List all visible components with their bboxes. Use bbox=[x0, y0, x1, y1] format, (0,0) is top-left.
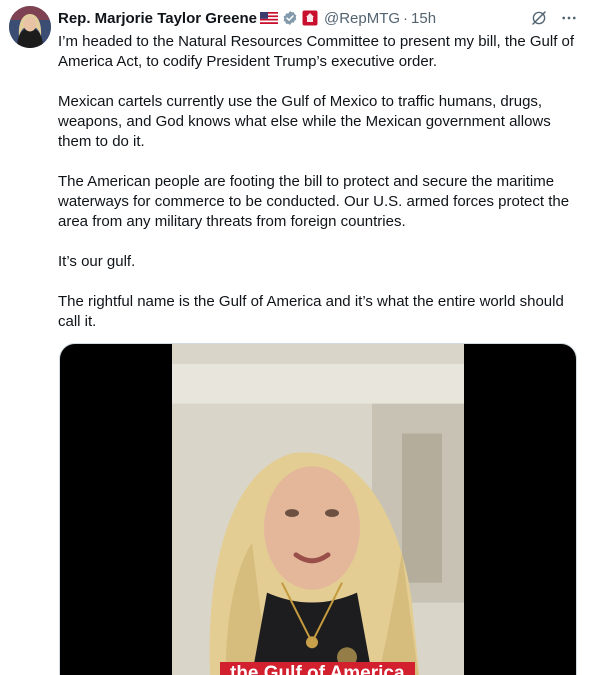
tweet-paragraph: The rightful name is the Gulf of America… bbox=[58, 293, 564, 330]
author-name[interactable]: Rep. Marjorie Taylor Greene bbox=[58, 10, 257, 27]
avatar[interactable] bbox=[9, 6, 51, 48]
video-player[interactable]: the Gulf of America bbox=[59, 343, 577, 675]
video-frame[interactable]: the Gulf of America bbox=[172, 344, 464, 675]
tweet-text: I’m headed to the Natural Resources Comm… bbox=[58, 32, 580, 352]
tweet-header: Rep. Marjorie Taylor Greene @RepMTG · 15… bbox=[58, 7, 578, 29]
separator-dot: · bbox=[403, 9, 409, 27]
timestamp[interactable]: 15h bbox=[411, 10, 436, 27]
tweet-paragraph: I’m headed to the Natural Resources Comm… bbox=[58, 33, 575, 70]
video-caption: the Gulf of America bbox=[220, 662, 415, 675]
video-thumbnail-image bbox=[172, 344, 464, 675]
verified-badge-icon[interactable] bbox=[282, 10, 298, 26]
tweet-paragraph: It’s our gulf. bbox=[58, 253, 136, 270]
grok-icon[interactable] bbox=[530, 9, 548, 27]
house-affiliation-icon[interactable] bbox=[302, 10, 318, 26]
us-flag-icon bbox=[259, 12, 278, 24]
header-actions bbox=[530, 7, 578, 29]
tweet-paragraph: Mexican cartels currently use the Gulf o… bbox=[58, 93, 551, 150]
more-options-icon[interactable] bbox=[560, 9, 578, 27]
tweet[interactable]: Rep. Marjorie Taylor Greene @RepMTG · 15… bbox=[0, 0, 592, 675]
author-handle[interactable]: @RepMTG bbox=[324, 10, 400, 27]
tweet-paragraph: The American people are footing the bill… bbox=[58, 173, 570, 230]
